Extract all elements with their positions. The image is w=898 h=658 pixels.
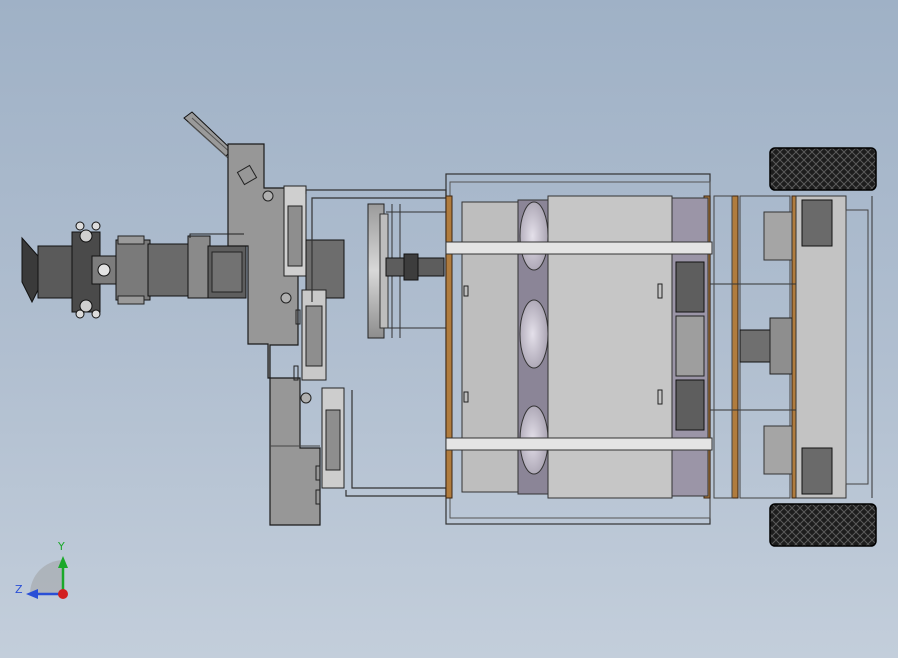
triad-z-label: Z: [15, 583, 23, 596]
orientation-triad: Y Z: [15, 540, 68, 599]
x-axis-origin: [58, 589, 68, 599]
triad-y-label: Y: [57, 540, 65, 553]
cad-viewport[interactable]: Y Z: [0, 0, 898, 658]
